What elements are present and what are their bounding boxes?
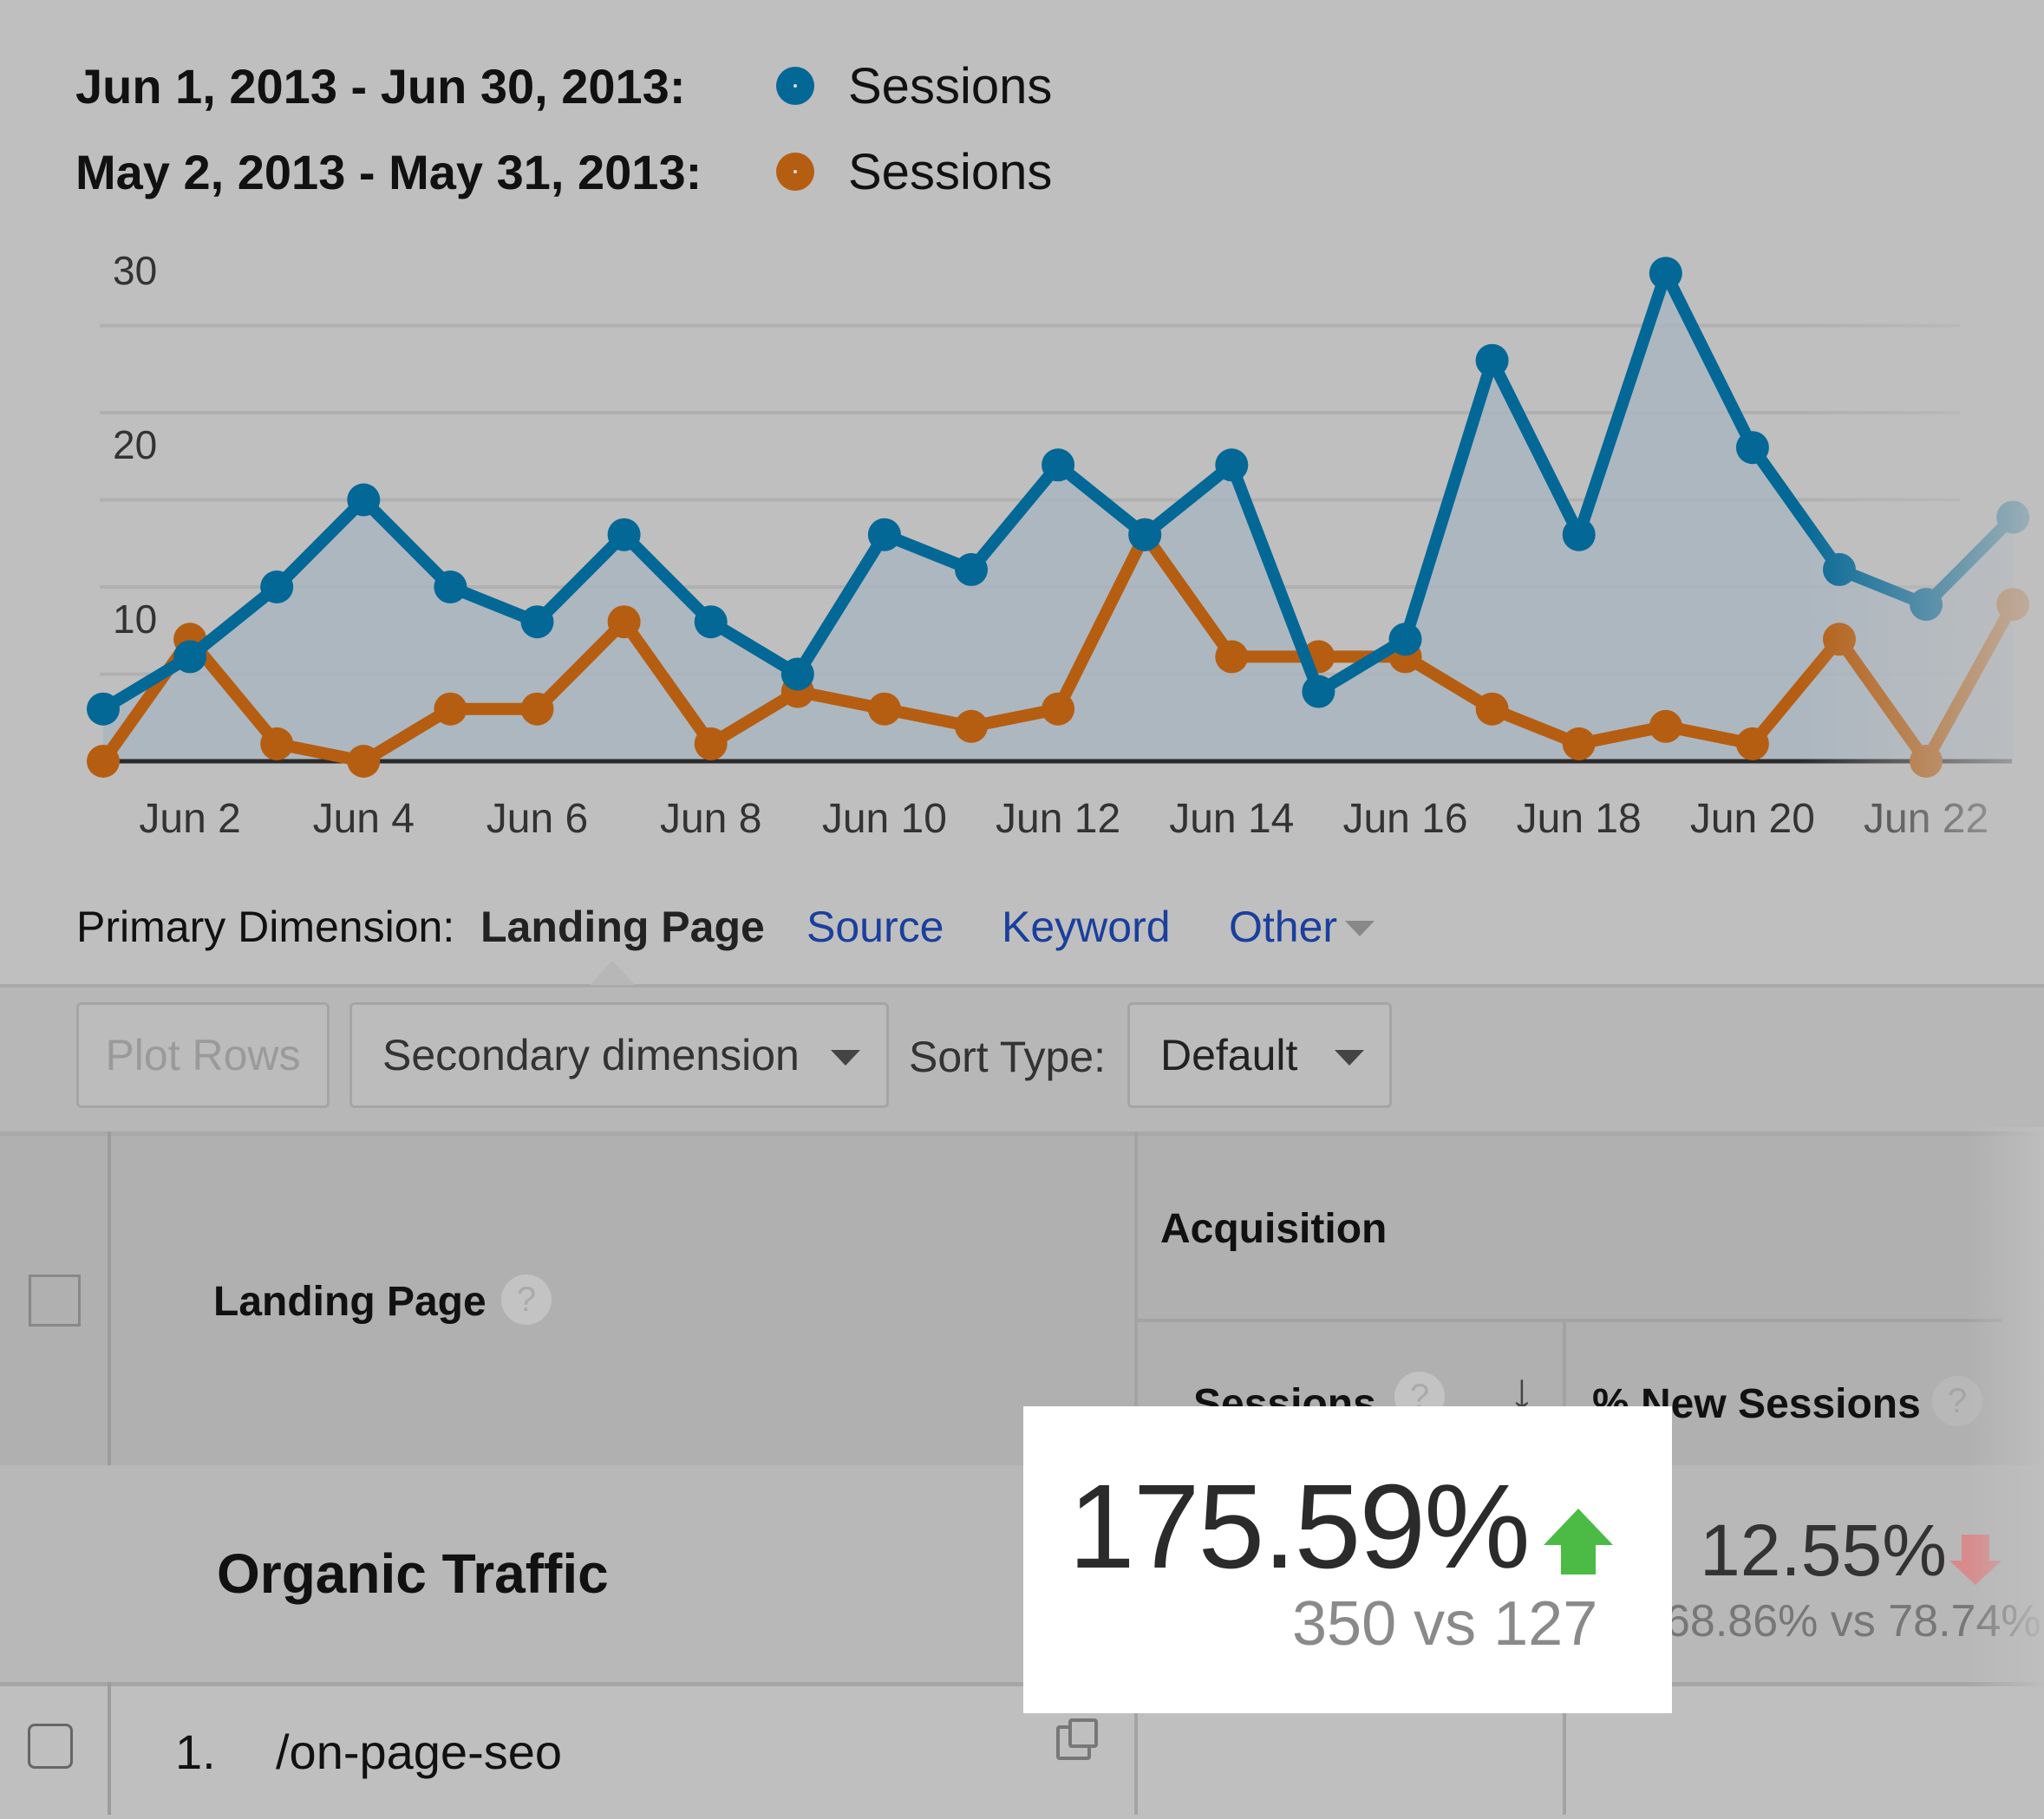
chevron-down-icon bbox=[1335, 1050, 1364, 1066]
up-arrow-stem bbox=[1561, 1543, 1596, 1575]
dimension-other-link[interactable]: Other bbox=[1229, 902, 1337, 952]
right-fade-overlay bbox=[1966, 1127, 2044, 1815]
legend-metric-previous: Sessions bbox=[848, 144, 1053, 200]
primary-dimension-label: Primary Dimension: bbox=[76, 903, 455, 951]
sessions-line-chart[interactable]: 102030 Jun 2Jun 4Jun 6Jun 8Jun 10Jun 12J… bbox=[0, 225, 2044, 850]
dimension-source-link[interactable]: Source bbox=[806, 902, 944, 952]
row-checkbox[interactable] bbox=[28, 1724, 73, 1769]
sessions-change-value: 175.59% bbox=[1068, 1460, 1531, 1594]
totals-label: Organic Traffic bbox=[217, 1542, 609, 1605]
up-arrow-icon bbox=[1544, 1509, 1613, 1545]
row-index: 1. bbox=[175, 1724, 216, 1779]
secondary-dimension-dropdown[interactable]: Secondary dimension bbox=[349, 1002, 889, 1108]
legend-metric-current: Sessions bbox=[848, 58, 1053, 114]
help-icon[interactable]: ? bbox=[501, 1275, 552, 1325]
chevron-down-icon bbox=[831, 1050, 860, 1066]
row-landing-page-link[interactable]: /on-page-seo bbox=[276, 1724, 562, 1780]
dimension-keyword-link[interactable]: Keyword bbox=[1002, 902, 1171, 952]
other-dropdown-caret-icon[interactable] bbox=[1345, 921, 1375, 936]
dimension-landing-page-tab[interactable]: Landing Page bbox=[480, 902, 765, 952]
select-all-checkbox[interactable] bbox=[29, 1275, 81, 1327]
new-sessions-change: 12.55% bbox=[1700, 1509, 1947, 1591]
sort-type-value: Default bbox=[1160, 1031, 1298, 1079]
plot-rows-button[interactable]: Plot Rows bbox=[76, 1002, 330, 1108]
legend-previous: May 2, 2013 - May 31, 2013: bbox=[75, 141, 702, 202]
legend-dot-current-icon bbox=[776, 67, 814, 105]
landing-page-column-header[interactable]: Landing Page bbox=[213, 1278, 487, 1326]
open-external-icon[interactable] bbox=[1056, 1718, 1098, 1760]
active-tab-pointer-icon bbox=[590, 961, 635, 985]
sessions-change-highlight: 175.59% 350 vs 127 bbox=[1023, 1406, 1672, 1713]
column-divider bbox=[108, 1682, 111, 1815]
acquisition-group-header: Acquisition bbox=[1160, 1206, 1388, 1252]
plot-rows-label: Plot Rows bbox=[105, 1031, 301, 1079]
sort-type-label: Sort Type: bbox=[909, 1033, 1106, 1081]
sessions-compare: 350 vs 127 bbox=[1292, 1589, 1598, 1659]
legend-date-current: Jun 1, 2013 - Jun 30, 2013: bbox=[75, 58, 686, 114]
header-divider bbox=[1134, 1319, 2002, 1322]
sort-type-dropdown[interactable]: Default bbox=[1127, 1002, 1392, 1108]
legend-current: Jun 1, 2013 - Jun 30, 2013: bbox=[75, 55, 685, 116]
legend-dot-previous-icon bbox=[776, 153, 814, 191]
right-fade-overlay bbox=[0, 225, 2044, 850]
legend-date-previous: May 2, 2013 - May 31, 2013: bbox=[75, 144, 702, 199]
secondary-dimension-label: Secondary dimension bbox=[382, 1031, 800, 1079]
